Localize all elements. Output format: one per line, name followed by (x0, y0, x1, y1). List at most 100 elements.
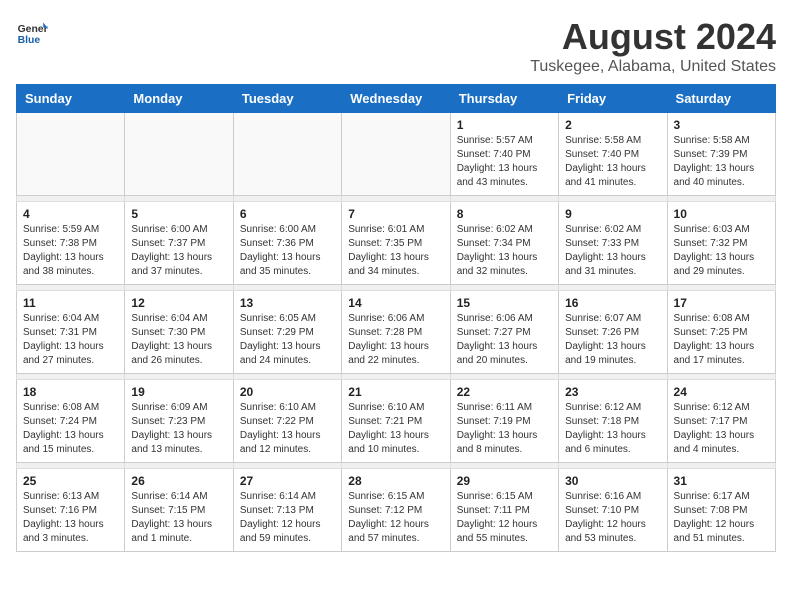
day-info: Sunrise: 6:00 AM Sunset: 7:36 PM Dayligh… (240, 223, 335, 279)
table-row: 10Sunrise: 6:03 AM Sunset: 7:32 PM Dayli… (667, 202, 775, 285)
day-info: Sunrise: 5:59 AM Sunset: 7:38 PM Dayligh… (23, 223, 118, 279)
week-row-4: 18 Sunrise: 6:08 AM Sunset: 7:24 PM Dayli… (17, 380, 776, 463)
title-area: August 2024 Tuskegee, Alabama, United St… (530, 16, 776, 76)
header-wednesday: Wednesday (342, 85, 450, 113)
table-row: 29 Sunrise: 6:15 AM Sunset: 7:11 PM Dayli… (450, 469, 558, 552)
day-info: Sunrise: 6:06 AM Sunset: 7:27 PM Dayligh… (457, 312, 552, 368)
table-row: 12Sunrise: 6:04 AM Sunset: 7:30 PM Dayli… (125, 291, 233, 374)
day-number: 19 (131, 385, 226, 399)
day-number: 29 (457, 474, 552, 488)
day-info: Sunrise: 6:00 AM Sunset: 7:37 PM Dayligh… (131, 223, 226, 279)
page-header: General Blue August 2024 Tuskegee, Alaba… (16, 16, 776, 76)
day-number: 28 (348, 474, 443, 488)
week-row-2: 4 Sunrise: 5:59 AM Sunset: 7:38 PM Daylig… (17, 202, 776, 285)
day-info: Sunrise: 6:16 AM Sunset: 7:10 PM Dayligh… (565, 490, 660, 546)
week-row-1: 1 Sunrise: 5:57 AM Sunset: 7:40 PM Daylig… (17, 113, 776, 196)
day-number: 15 (457, 296, 552, 310)
day-info: Sunrise: 6:08 AM Sunset: 7:24 PM Dayligh… (23, 401, 118, 457)
day-info: Sunrise: 6:15 AM Sunset: 7:12 PM Dayligh… (348, 490, 443, 546)
day-info: Sunrise: 6:12 AM Sunset: 7:18 PM Dayligh… (565, 401, 660, 457)
day-number: 31 (674, 474, 769, 488)
day-info: Sunrise: 6:08 AM Sunset: 7:25 PM Dayligh… (674, 312, 769, 368)
day-info: Sunrise: 6:17 AM Sunset: 7:08 PM Dayligh… (674, 490, 769, 546)
logo-icon: General Blue (16, 16, 48, 48)
table-row: 22 Sunrise: 6:11 AM Sunset: 7:19 PM Dayli… (450, 380, 558, 463)
day-info: Sunrise: 6:06 AM Sunset: 7:28 PM Dayligh… (348, 312, 443, 368)
day-number: 20 (240, 385, 335, 399)
day-number: 7 (348, 207, 443, 221)
day-number: 9 (565, 207, 660, 221)
day-info: Sunrise: 6:04 AM Sunset: 7:30 PM Dayligh… (131, 312, 226, 368)
day-info: Sunrise: 6:01 AM Sunset: 7:35 PM Dayligh… (348, 223, 443, 279)
day-info: Sunrise: 6:10 AM Sunset: 7:22 PM Dayligh… (240, 401, 335, 457)
table-row (342, 113, 450, 196)
day-info: Sunrise: 6:15 AM Sunset: 7:11 PM Dayligh… (457, 490, 552, 546)
header-tuesday: Tuesday (233, 85, 341, 113)
day-number: 18 (23, 385, 118, 399)
day-number: 3 (674, 118, 769, 132)
day-number: 13 (240, 296, 335, 310)
calendar-table: Sunday Monday Tuesday Wednesday Thursday… (16, 84, 776, 552)
table-row: 13 Sunrise: 6:05 AM Sunset: 7:29 PM Dayli… (233, 291, 341, 374)
table-row: 31 Sunrise: 6:17 AM Sunset: 7:08 PM Dayli… (667, 469, 775, 552)
table-row (233, 113, 341, 196)
day-info: Sunrise: 6:10 AM Sunset: 7:21 PM Dayligh… (348, 401, 443, 457)
header-friday: Friday (559, 85, 667, 113)
day-number: 5 (131, 207, 226, 221)
header-thursday: Thursday (450, 85, 558, 113)
table-row: 27 Sunrise: 6:14 AM Sunset: 7:13 PM Dayli… (233, 469, 341, 552)
day-info: Sunrise: 6:14 AM Sunset: 7:15 PM Dayligh… (131, 490, 226, 546)
table-row: 7 Sunrise: 6:01 AM Sunset: 7:35 PM Daylig… (342, 202, 450, 285)
table-row: 1 Sunrise: 5:57 AM Sunset: 7:40 PM Daylig… (450, 113, 558, 196)
day-info: Sunrise: 6:02 AM Sunset: 7:34 PM Dayligh… (457, 223, 552, 279)
svg-text:Blue: Blue (18, 35, 41, 46)
table-row: 24Sunrise: 6:12 AM Sunset: 7:17 PM Dayli… (667, 380, 775, 463)
month-title: August 2024 (530, 16, 776, 58)
day-number: 22 (457, 385, 552, 399)
table-row: 19 Sunrise: 6:09 AM Sunset: 7:23 PM Dayli… (125, 380, 233, 463)
table-row (17, 113, 125, 196)
day-number: 17 (674, 296, 769, 310)
table-row: 17 Sunrise: 6:08 AM Sunset: 7:25 PM Dayli… (667, 291, 775, 374)
day-number: 24 (674, 385, 769, 399)
day-info: Sunrise: 5:58 AM Sunset: 7:40 PM Dayligh… (565, 134, 660, 190)
table-row: 30 Sunrise: 6:16 AM Sunset: 7:10 PM Dayli… (559, 469, 667, 552)
table-row: 28 Sunrise: 6:15 AM Sunset: 7:12 PM Dayli… (342, 469, 450, 552)
day-info: Sunrise: 6:07 AM Sunset: 7:26 PM Dayligh… (565, 312, 660, 368)
header-monday: Monday (125, 85, 233, 113)
day-number: 30 (565, 474, 660, 488)
day-info: Sunrise: 6:05 AM Sunset: 7:29 PM Dayligh… (240, 312, 335, 368)
table-row: 16 Sunrise: 6:07 AM Sunset: 7:26 PM Dayli… (559, 291, 667, 374)
table-row: 18 Sunrise: 6:08 AM Sunset: 7:24 PM Dayli… (17, 380, 125, 463)
day-number: 14 (348, 296, 443, 310)
day-info: Sunrise: 6:14 AM Sunset: 7:13 PM Dayligh… (240, 490, 335, 546)
table-row: 4 Sunrise: 5:59 AM Sunset: 7:38 PM Daylig… (17, 202, 125, 285)
day-info: Sunrise: 6:11 AM Sunset: 7:19 PM Dayligh… (457, 401, 552, 457)
day-number: 11 (23, 296, 118, 310)
header-sunday: Sunday (17, 85, 125, 113)
table-row: 21Sunrise: 6:10 AM Sunset: 7:21 PM Dayli… (342, 380, 450, 463)
day-number: 2 (565, 118, 660, 132)
week-row-3: 11Sunrise: 6:04 AM Sunset: 7:31 PM Dayli… (17, 291, 776, 374)
table-row: 2 Sunrise: 5:58 AM Sunset: 7:40 PM Daylig… (559, 113, 667, 196)
table-row: 23 Sunrise: 6:12 AM Sunset: 7:18 PM Dayli… (559, 380, 667, 463)
day-number: 6 (240, 207, 335, 221)
day-info: Sunrise: 6:03 AM Sunset: 7:32 PM Dayligh… (674, 223, 769, 279)
day-info: Sunrise: 5:58 AM Sunset: 7:39 PM Dayligh… (674, 134, 769, 190)
day-number: 23 (565, 385, 660, 399)
table-row: 6 Sunrise: 6:00 AM Sunset: 7:36 PM Daylig… (233, 202, 341, 285)
day-number: 26 (131, 474, 226, 488)
header-saturday: Saturday (667, 85, 775, 113)
day-number: 27 (240, 474, 335, 488)
day-number: 1 (457, 118, 552, 132)
table-row: 8Sunrise: 6:02 AM Sunset: 7:34 PM Daylig… (450, 202, 558, 285)
table-row: 5 Sunrise: 6:00 AM Sunset: 7:37 PM Daylig… (125, 202, 233, 285)
table-row: 14 Sunrise: 6:06 AM Sunset: 7:28 PM Dayli… (342, 291, 450, 374)
table-row: 11Sunrise: 6:04 AM Sunset: 7:31 PM Dayli… (17, 291, 125, 374)
table-row: 15 Sunrise: 6:06 AM Sunset: 7:27 PM Dayli… (450, 291, 558, 374)
day-number: 4 (23, 207, 118, 221)
day-info: Sunrise: 6:09 AM Sunset: 7:23 PM Dayligh… (131, 401, 226, 457)
day-number: 16 (565, 296, 660, 310)
table-row: 3 Sunrise: 5:58 AM Sunset: 7:39 PM Daylig… (667, 113, 775, 196)
day-info: Sunrise: 5:57 AM Sunset: 7:40 PM Dayligh… (457, 134, 552, 190)
